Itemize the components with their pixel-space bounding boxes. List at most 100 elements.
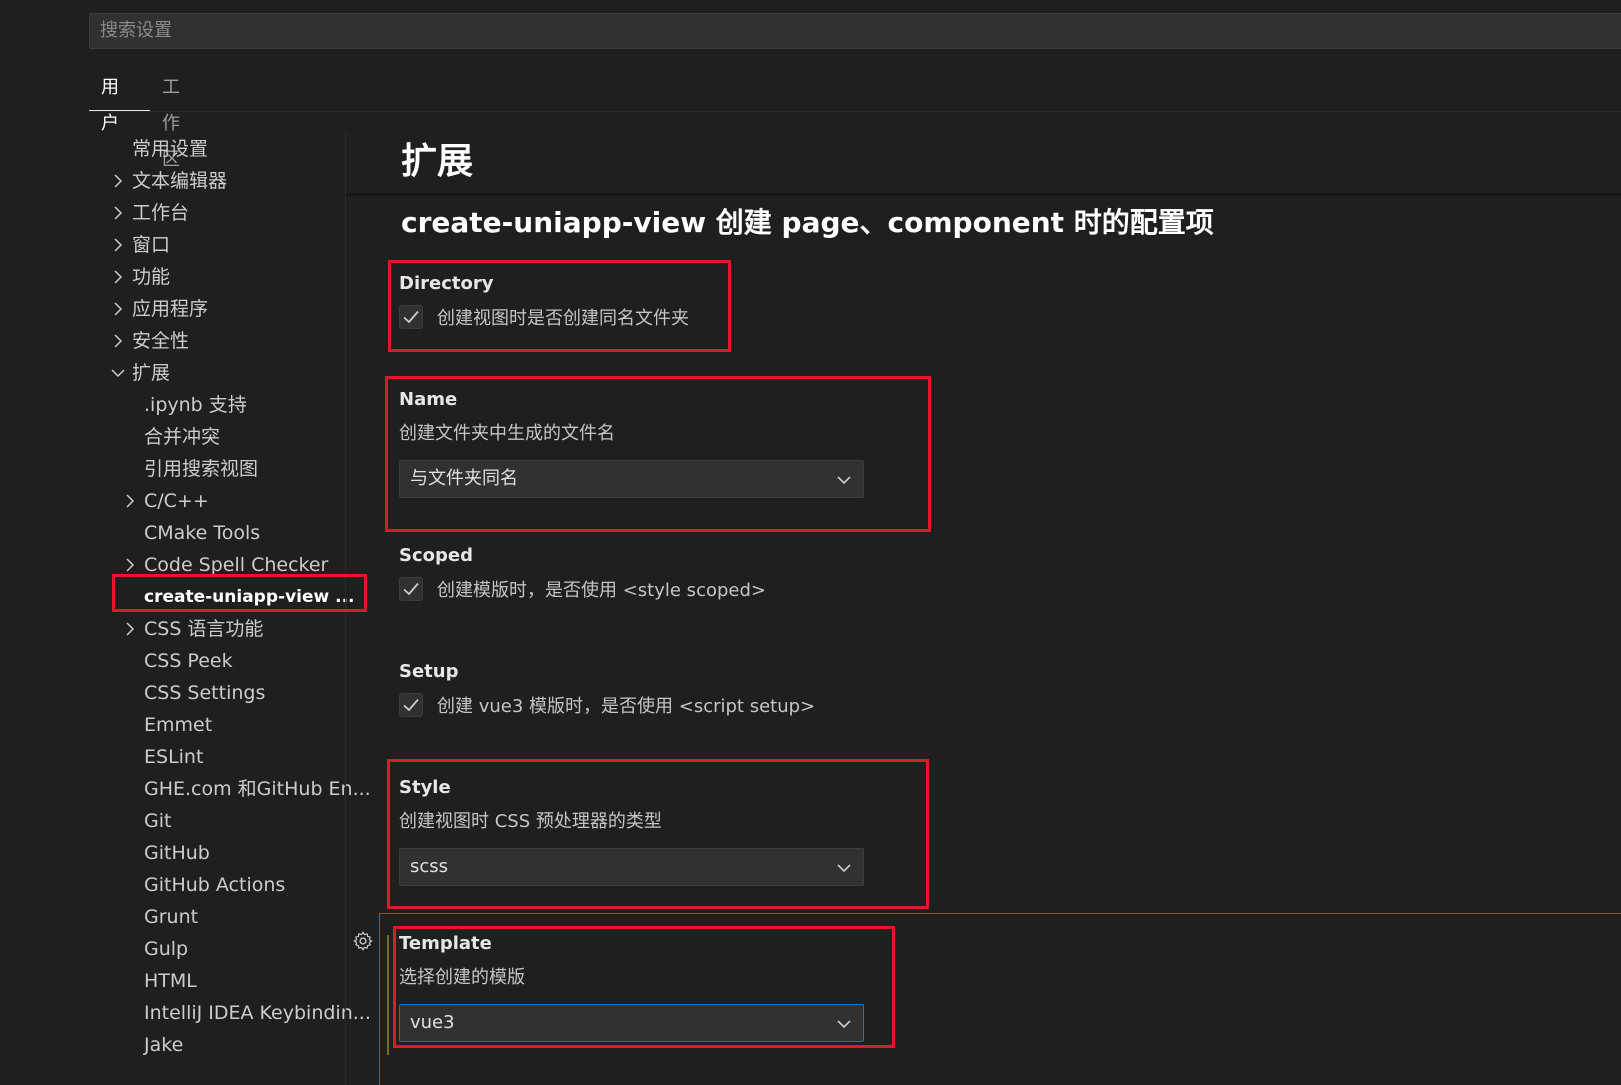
toc-item-label: Gulp xyxy=(144,938,189,960)
select-value: scss xyxy=(410,856,449,877)
check-icon xyxy=(403,582,419,596)
toc-item-label: CSS Settings xyxy=(144,682,266,704)
setting-style: Style 创建视图时 CSS 预处理器的类型 scss xyxy=(399,774,1199,886)
toc-item-label: create-uniapp-view ... xyxy=(144,587,355,607)
toc-item[interactable]: CSS Peek xyxy=(100,645,346,677)
setting-setup: Setup 创建 vue3 模版时，是否使用 <script setup> xyxy=(399,658,1199,718)
checkbox-label: 创建 vue3 模版时，是否使用 <script setup> xyxy=(437,696,816,717)
chevron-right-icon[interactable] xyxy=(122,549,138,581)
toc-item-label: 安全性 xyxy=(132,330,190,352)
chevron-right-icon[interactable] xyxy=(110,325,126,357)
toc-item[interactable]: 引用搜索视图 xyxy=(100,453,346,485)
toc-item-label: GHE.com 和GitHub En... xyxy=(144,778,371,800)
setting-description: 创建文件夹中生成的文件名 xyxy=(399,423,615,444)
toc-item-label: 引用搜索视图 xyxy=(144,458,259,480)
toc-item-label: Jake xyxy=(144,1034,184,1056)
toc-item-label: GitHub Actions xyxy=(144,874,286,896)
chevron-right-icon[interactable] xyxy=(122,613,138,645)
style-select[interactable]: scss xyxy=(399,848,864,886)
toc-item[interactable]: CSS 语言功能 xyxy=(100,613,346,645)
setting-directory: Directory 创建视图时是否创建同名文件夹 xyxy=(399,270,1199,330)
toc-item-label: Emmet xyxy=(144,714,213,736)
toc-item[interactable]: 工作台 xyxy=(100,197,346,229)
select-value: 与文件夹同名 xyxy=(410,468,518,489)
setting-name: Setup xyxy=(399,661,459,682)
toc-item[interactable]: 窗口 xyxy=(100,229,346,261)
toc-item-label: 应用程序 xyxy=(132,298,209,320)
toc-item[interactable]: 合并冲突 xyxy=(100,421,346,453)
settings-editor: 搜索设置 用户 工作区 常用设置 文本编辑器 工作台 窗口 功能 应用程序 安全性 扩展 .ip… xyxy=(0,0,1621,1085)
toc-item[interactable]: C/C++ xyxy=(100,485,346,517)
toc-item-label: .ipynb 支持 xyxy=(144,394,247,416)
toc-item-label: GitHub xyxy=(144,842,210,864)
chevron-right-icon[interactable] xyxy=(110,261,126,293)
toc-item-label: C/C++ xyxy=(144,490,209,512)
check-icon xyxy=(403,698,419,712)
toc-item[interactable]: Gulp xyxy=(100,933,346,965)
toc-item[interactable]: CSS Settings xyxy=(100,677,346,709)
toc-item[interactable]: Jake xyxy=(100,1029,346,1061)
toc-item[interactable]: .ipynb 支持 xyxy=(100,389,346,421)
toc-item[interactable]: GitHub xyxy=(100,837,346,869)
toc-item[interactable]: Code Spell Checker xyxy=(100,549,346,581)
toc-item[interactable]: HTML xyxy=(100,965,346,997)
gear-icon[interactable] xyxy=(352,930,374,952)
toc-item[interactable]: 文本编辑器 xyxy=(100,165,346,197)
checkbox-label: 创建视图时是否创建同名文件夹 xyxy=(437,308,689,329)
toc-item-label: HTML xyxy=(144,970,197,992)
toc-item-label: ESLint xyxy=(144,746,204,768)
setting-name: Directory xyxy=(399,273,494,294)
settings-toc: 常用设置文本编辑器工作台窗口功能应用程序安全性扩展 .ipynb 支持 合并冲突引用… xyxy=(100,132,371,1085)
tabs-divider xyxy=(89,111,1621,112)
check-icon xyxy=(403,310,419,324)
toc-item[interactable]: Emmet xyxy=(100,709,346,741)
toc-item[interactable]: 应用程序 xyxy=(100,293,346,325)
toc-item-label: CSS Peek xyxy=(144,650,233,672)
page-title: 扩展 xyxy=(401,141,474,182)
chevron-down-icon xyxy=(837,476,851,485)
toc-item[interactable]: create-uniapp-view ... xyxy=(100,581,355,613)
toc-item[interactable]: 常用设置 xyxy=(100,133,346,165)
setting-name: Style xyxy=(399,777,451,798)
toc-item-label: Git xyxy=(144,810,172,832)
toc-item-label: 工作台 xyxy=(132,202,190,224)
toc-item[interactable]: IntelliJ IDEA Keybindin... xyxy=(100,997,371,1029)
toc-item[interactable]: Git xyxy=(100,805,346,837)
toc-item-label: CSS 语言功能 xyxy=(144,618,264,640)
chevron-right-icon[interactable] xyxy=(122,485,138,517)
chevron-right-icon[interactable] xyxy=(110,229,126,261)
chevron-down-icon xyxy=(837,864,851,873)
search-settings-input[interactable]: 搜索设置 xyxy=(89,13,1621,49)
chevron-right-icon[interactable] xyxy=(110,165,126,197)
toc-item[interactable]: ESLint xyxy=(100,741,346,773)
section-title: create-uniapp-view 创建 page、component 时的配… xyxy=(401,206,1214,239)
toc-item[interactable]: 功能 xyxy=(100,261,346,293)
setup-checkbox[interactable] xyxy=(399,693,423,717)
setting-name: Name xyxy=(399,389,458,410)
toc-item[interactable]: CMake Tools xyxy=(100,517,346,549)
chevron-right-icon[interactable] xyxy=(110,197,126,229)
setting-name-option: Name 创建文件夹中生成的文件名 与文件夹同名 xyxy=(399,386,1199,498)
chevron-right-icon[interactable] xyxy=(110,293,126,325)
toc-item-label: 功能 xyxy=(132,266,171,288)
toc-item-label: 扩展 xyxy=(132,362,171,384)
toc-item[interactable]: GHE.com 和GitHub En... xyxy=(100,773,371,805)
setting-scoped: Scoped 创建模版时，是否使用 <style scoped> xyxy=(399,542,1199,602)
toc-item-label: Grunt xyxy=(144,906,199,928)
toc-item-label: 合并冲突 xyxy=(144,426,221,448)
directory-checkbox[interactable] xyxy=(399,305,423,329)
toc-item-label: 常用设置 xyxy=(132,138,209,160)
toc-item[interactable]: 安全性 xyxy=(100,325,346,357)
toc-item[interactable]: 扩展 xyxy=(100,357,346,389)
name-select[interactable]: 与文件夹同名 xyxy=(399,460,864,498)
checkbox-label: 创建模版时，是否使用 <style scoped> xyxy=(437,580,766,601)
modified-indicator-bar xyxy=(387,935,389,1055)
scoped-checkbox[interactable] xyxy=(399,577,423,601)
toc-item[interactable]: Grunt xyxy=(100,901,346,933)
toc-item-label: 窗口 xyxy=(132,234,171,256)
setting-description: 创建视图时 CSS 预处理器的类型 xyxy=(399,811,662,832)
chevron-down-icon[interactable] xyxy=(110,357,126,389)
title-divider xyxy=(346,193,1621,196)
toc-item[interactable]: GitHub Actions xyxy=(100,869,346,901)
toc-item-label: 文本编辑器 xyxy=(132,170,228,192)
